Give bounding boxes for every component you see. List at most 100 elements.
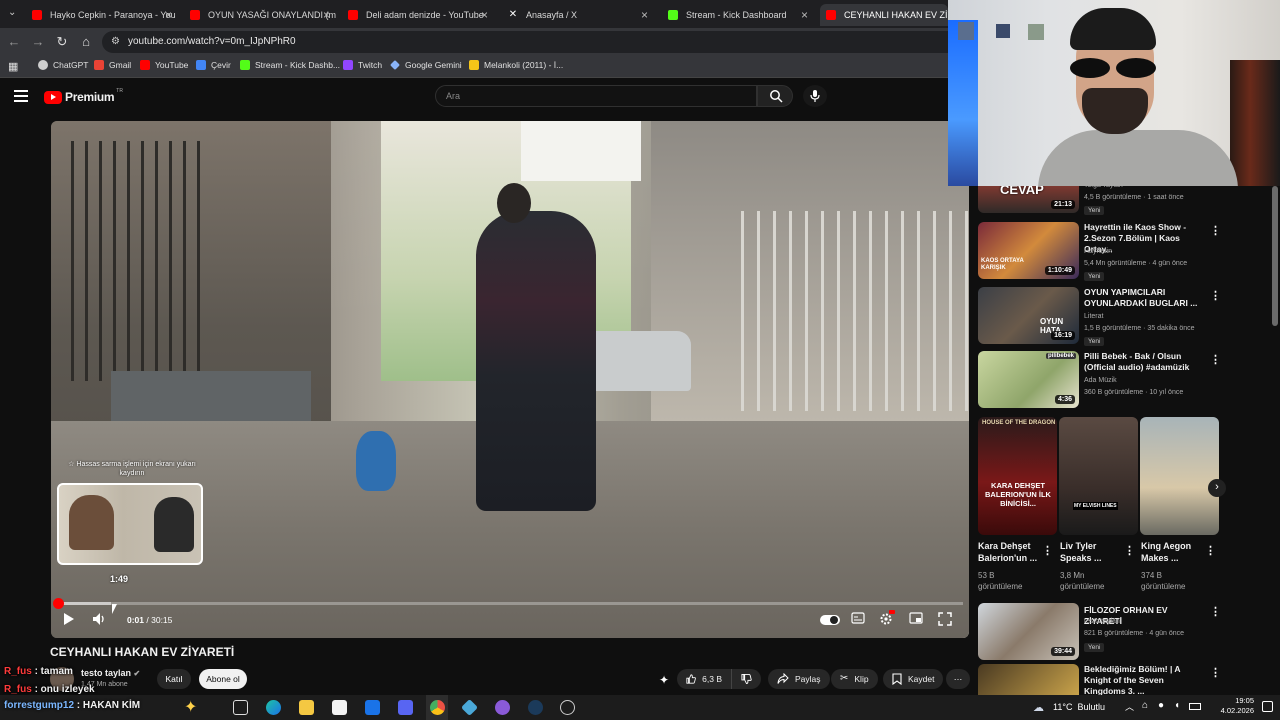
like-button[interactable]: 6,3 B <box>677 669 731 689</box>
dislike-button[interactable] <box>731 669 761 689</box>
more-vertical-icon[interactable]: ⋮ <box>1210 668 1221 679</box>
hamburger-menu-icon[interactable] <box>14 90 28 102</box>
edge-icon[interactable] <box>266 700 281 715</box>
volume-button[interactable] <box>92 612 106 630</box>
reload-icon[interactable]: ↻ <box>54 34 70 50</box>
tab-3[interactable]: Deli adam denizde - YouTube × <box>342 4 494 26</box>
network-icon[interactable]: ⌂ <box>1142 700 1148 711</box>
speaker-icon[interactable]: ◖ <box>1174 700 1180 711</box>
subtitles-button[interactable] <box>851 612 865 628</box>
tray-chevron-icon[interactable]: ︿ <box>1125 700 1134 713</box>
more-vertical-icon[interactable]: ⋮ <box>1124 546 1135 557</box>
short-thumbnail[interactable] <box>1140 417 1219 535</box>
tab-search-icon[interactable]: ⌄ <box>8 7 16 18</box>
chat-user: R_fus <box>4 666 32 677</box>
youtube-favicon-icon <box>32 10 42 20</box>
tab-6-active[interactable]: CEYHANLI HAKAN EV ZİYARET <box>820 4 948 26</box>
bookmark-translate[interactable]: Çevir <box>196 60 231 70</box>
obs-icon[interactable] <box>560 700 575 715</box>
short-thumbnail[interactable]: MY ELVISH LINES <box>1059 417 1138 535</box>
discord-icon[interactable] <box>398 700 413 715</box>
bookmark-melankoli[interactable]: Melankoli (2011) - İ... <box>469 60 563 70</box>
translate-icon <box>196 60 206 70</box>
short-views-count: 374 B <box>1141 571 1162 580</box>
search-input[interactable]: Ara <box>435 85 757 107</box>
more-vertical-icon[interactable]: ⋮ <box>1042 546 1053 557</box>
forward-icon[interactable]: → <box>30 34 46 49</box>
more-actions-button[interactable]: ⋯ <box>946 669 970 689</box>
fullscreen-button[interactable] <box>938 612 952 630</box>
share-button[interactable]: Paylaş <box>768 669 830 689</box>
bookmark-youtube[interactable]: YouTube <box>140 60 188 70</box>
outlook-icon[interactable] <box>365 700 380 715</box>
video-thumbnail <box>978 664 1079 695</box>
short-views: 3,8 Mn görüntüleme <box>1060 570 1130 592</box>
bookmark-twitch[interactable]: Twitch <box>343 60 382 70</box>
save-button[interactable]: Kaydet <box>883 669 944 689</box>
notifications-icon[interactable] <box>1262 701 1273 712</box>
close-icon[interactable]: × <box>165 8 172 22</box>
more-vertical-icon[interactable]: ⋮ <box>1205 546 1216 557</box>
task-view-icon[interactable] <box>233 700 248 715</box>
tab-2[interactable]: OYUN YASAĞI ONAYLANDI (m × <box>184 4 336 26</box>
miniplayer-button[interactable] <box>909 612 923 628</box>
video-title: Beklediğimiz Bölüm! | A Knight of the Se… <box>1084 664 1181 696</box>
short-title: King Aegon Makes ... <box>1141 541 1192 563</box>
close-icon[interactable]: × <box>323 8 330 22</box>
autoplay-toggle[interactable] <box>820 614 840 630</box>
short-thumbnail[interactable]: HOUSE OF THE DRAGON KARA DEHŞET BALERION… <box>978 417 1057 535</box>
store-icon[interactable] <box>332 700 347 715</box>
file-explorer-icon[interactable] <box>299 700 314 715</box>
app-icon[interactable] <box>461 699 478 716</box>
settings-button[interactable] <box>879 610 895 630</box>
play-button[interactable] <box>63 612 75 630</box>
bookmark-gemini[interactable]: Google Gemini <box>390 60 462 70</box>
bookmark-kick[interactable]: Stream - Kick Dashb... <box>240 60 340 70</box>
new-badge: Yeni <box>1084 206 1105 215</box>
weather-icon[interactable]: ☁ <box>1033 701 1044 714</box>
current-time: 0:01 <box>127 615 145 625</box>
clock[interactable]: 19:05 4.02.2026 <box>1206 696 1254 716</box>
tab-5[interactable]: Stream - Kick Dashboard × <box>662 4 814 26</box>
streamer-cap <box>1070 8 1156 50</box>
voice-search-button[interactable] <box>803 85 827 107</box>
youtube-icon <box>140 60 150 70</box>
apps-grid-icon[interactable]: ▦ <box>8 60 18 73</box>
back-icon[interactable]: ← <box>6 34 22 49</box>
more-vertical-icon[interactable]: ⋮ <box>1210 291 1221 302</box>
bookmark-icon <box>892 673 902 685</box>
home-icon[interactable]: ⌂ <box>78 34 94 49</box>
more-vertical-icon[interactable]: ⋮ <box>1210 607 1221 618</box>
shorts-next-button[interactable]: › <box>1208 479 1226 497</box>
mic-tray-icon[interactable]: ● <box>1158 700 1164 711</box>
ask-ai-icon[interactable]: ✦ <box>659 673 669 687</box>
more-vertical-icon[interactable]: ⋮ <box>1210 226 1221 237</box>
bookmark-gmail[interactable]: Gmail <box>94 60 131 70</box>
scrubber-handle[interactable] <box>53 598 64 609</box>
chat-user: R_fus <box>4 684 32 695</box>
more-vertical-icon[interactable]: ⋮ <box>1210 355 1221 366</box>
time-display: 0:01 / 30:15 <box>127 615 172 625</box>
preview-person-right <box>154 497 194 552</box>
weather-text[interactable]: 11°C Bulutlu <box>1053 702 1105 712</box>
video-progress-bar[interactable] <box>57 602 963 605</box>
youtube-premium-logo[interactable]: Premium TR <box>44 88 123 104</box>
bookmark-chatgpt[interactable]: ChatGPT <box>38 60 88 70</box>
close-icon[interactable]: × <box>801 8 808 22</box>
site-info-icon[interactable]: ⚙ <box>111 31 120 53</box>
close-icon[interactable]: × <box>641 8 648 22</box>
video-meta: 4,5 B görüntüleme · 1 saat önce <box>1084 194 1184 201</box>
subscribe-button[interactable]: Abone ol <box>199 669 247 689</box>
tab-1[interactable]: Hayko Cepkin - Paranoya - You × <box>26 4 178 26</box>
clock-time: 19:05 <box>1235 696 1254 705</box>
clip-button[interactable]: ✂ Klip <box>831 669 878 689</box>
search-button[interactable] <box>757 85 793 107</box>
battery-icon[interactable] <box>1189 703 1201 710</box>
obs-purple-icon[interactable] <box>495 700 510 715</box>
tab-4[interactable]: ✕ Anasayfa / X × <box>502 4 654 26</box>
url-input[interactable]: ⚙ youtube.com/watch?v=0m_IJpNPhR0 <box>102 31 962 53</box>
scrollbar[interactable] <box>1272 186 1278 326</box>
close-icon[interactable]: × <box>481 8 488 22</box>
join-button[interactable]: Katıl <box>157 669 191 689</box>
steam-icon[interactable] <box>528 700 543 715</box>
